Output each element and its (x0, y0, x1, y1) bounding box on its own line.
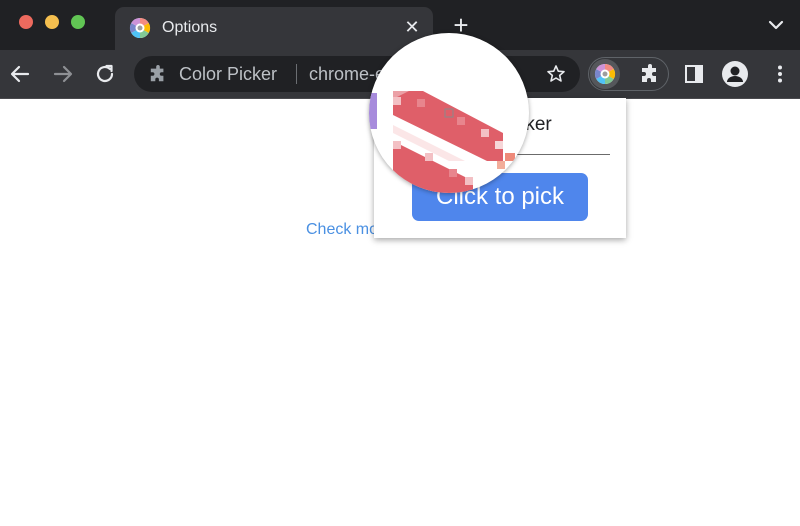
magnified-pixels (369, 91, 515, 193)
puzzle-icon[interactable] (640, 64, 660, 84)
tab-title: Options (162, 19, 218, 36)
reload-icon[interactable] (93, 62, 117, 86)
color-wheel-icon (129, 17, 151, 39)
profile-avatar[interactable] (722, 61, 748, 87)
tab-strip: Options ✕ + (0, 0, 800, 50)
star-icon[interactable] (546, 64, 566, 84)
side-panel-icon[interactable] (684, 64, 704, 84)
color-picker-extension-button[interactable] (590, 59, 620, 89)
tab-options[interactable]: Options ✕ (115, 7, 433, 50)
person-icon (727, 66, 743, 82)
puzzle-icon (150, 65, 164, 82)
color-wheel-icon (594, 63, 616, 85)
close-icon[interactable]: ✕ (402, 17, 422, 37)
extension-name-chip: Color Picker (179, 64, 278, 84)
omnibox-divider (296, 64, 297, 84)
window-zoom-button[interactable] (71, 15, 85, 29)
arrow-right-icon[interactable] (51, 62, 75, 86)
extensions-area (588, 57, 669, 91)
window-minimize-button[interactable] (45, 15, 59, 29)
arrow-left-icon[interactable] (8, 62, 32, 86)
kebab-icon[interactable] (770, 64, 790, 84)
chevron-down-icon[interactable] (766, 17, 786, 33)
window-close-button[interactable] (19, 15, 33, 29)
magnifier-loupe (369, 33, 529, 193)
